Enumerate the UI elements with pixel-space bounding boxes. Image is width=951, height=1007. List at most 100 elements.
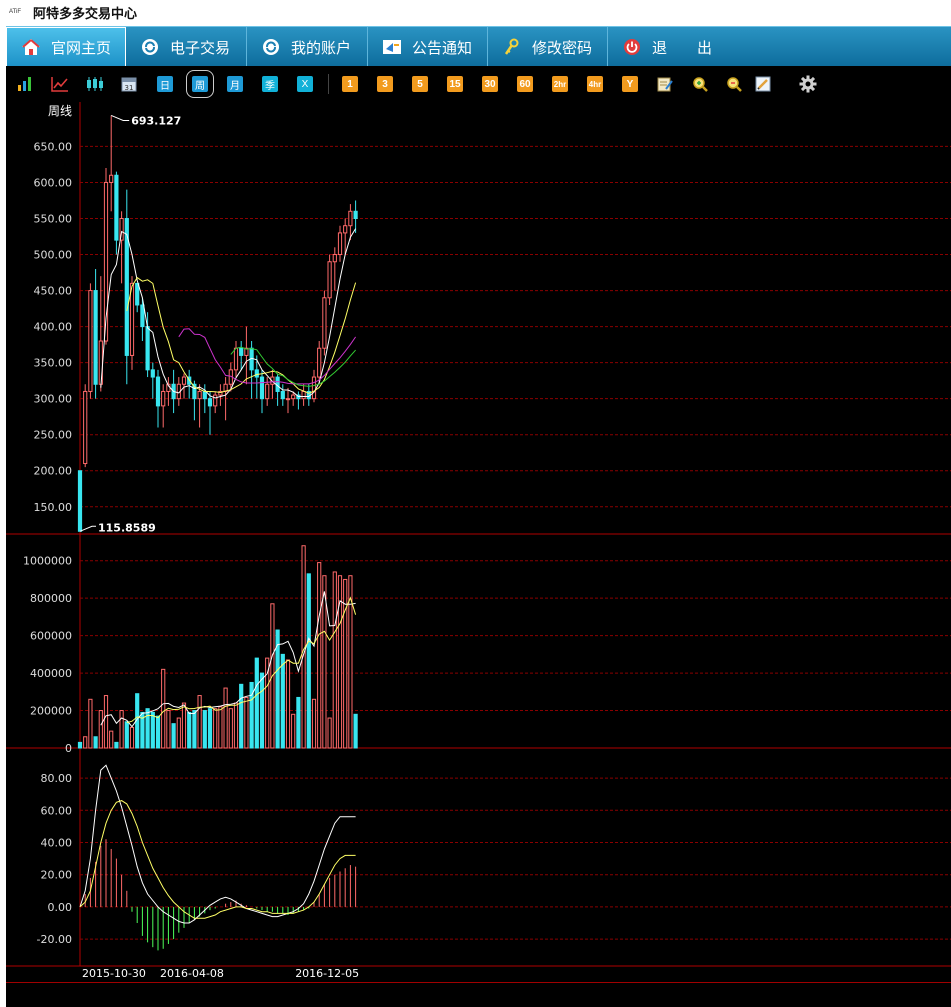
y-tick-label: 650.00	[34, 140, 73, 153]
candle	[301, 390, 306, 400]
candlestick-icon[interactable]	[86, 76, 104, 92]
zoom-in-icon[interactable]	[692, 76, 708, 92]
x-tick-label: 2015-10-30	[82, 967, 146, 980]
candle	[285, 398, 291, 401]
volume-bar	[166, 710, 171, 749]
y-tick-label: 450.00	[34, 285, 73, 298]
nav-change-password[interactable]: 修改密码	[488, 27, 608, 67]
volume-bar	[285, 659, 291, 749]
y-tick-label: 400000	[30, 667, 72, 680]
y-tick-label: 60.00	[41, 804, 73, 817]
nav-notice[interactable]: 公告通知	[368, 27, 488, 67]
refresh-icon	[140, 37, 160, 57]
toolbar-divider	[328, 74, 329, 94]
volume-bar	[98, 710, 103, 749]
volume-bar	[223, 687, 228, 749]
candle	[239, 347, 244, 356]
volume-bar	[176, 717, 181, 749]
high-price-label: 693.127	[131, 114, 181, 127]
candle	[311, 376, 317, 400]
period-week-button[interactable]: 周	[186, 70, 214, 98]
candle	[83, 390, 88, 465]
candle	[161, 390, 166, 407]
minute-3-button[interactable]: 3	[377, 76, 393, 92]
nav-trading[interactable]: 电子交易	[126, 27, 247, 67]
volume-bar	[244, 696, 249, 749]
period-quarter-button[interactable]: 季	[262, 76, 278, 92]
minute-1-button[interactable]: 1	[342, 76, 358, 92]
low-marker	[79, 525, 96, 532]
nav-account[interactable]: 我的账户	[247, 27, 368, 67]
settings-gear-icon[interactable]	[799, 75, 817, 93]
period-x-button[interactable]: X	[297, 76, 313, 92]
minute-30-button[interactable]: 30	[482, 76, 498, 92]
y-tick-label: 600.00	[34, 176, 73, 189]
volume-bar	[343, 578, 348, 749]
y-tick-label: 500.00	[34, 249, 73, 262]
y-tick-label: 20.00	[41, 869, 73, 882]
volume-bar	[114, 741, 119, 749]
y-tick-label: 200.00	[34, 465, 73, 478]
candle	[109, 174, 114, 183]
period-day-button[interactable]: 日	[157, 76, 173, 92]
bar-chart-icon[interactable]	[17, 76, 33, 92]
calendar-icon[interactable]: 31	[121, 76, 137, 92]
minute-5-button[interactable]: 5	[412, 76, 428, 92]
volume-bar	[145, 708, 150, 749]
volume-bar	[171, 723, 176, 749]
volume-bar	[197, 695, 202, 749]
candle	[207, 398, 213, 407]
volume-bar	[155, 715, 161, 749]
y-tick-label: 250.00	[34, 429, 73, 442]
nav-home[interactable]: 官网主页	[6, 27, 126, 67]
candle	[129, 282, 135, 356]
nav-logout[interactable]: 退 出	[608, 27, 738, 67]
power-icon	[622, 37, 642, 57]
volume-bar	[181, 702, 187, 749]
title-bar: ATiF 阿特多多交易中心	[0, 0, 951, 24]
y-tick-label: 400.00	[34, 321, 73, 334]
volume-bar	[192, 710, 197, 749]
x-tick-label: 2016-12-05	[295, 967, 359, 980]
minute-15-button[interactable]: 15	[447, 76, 463, 92]
hour-4-button[interactable]: 4hr	[587, 76, 603, 92]
y-tick-label: 200000	[30, 705, 72, 718]
chart-status-strip	[6, 982, 951, 1007]
volume-bar	[129, 726, 135, 749]
volume-bar	[119, 710, 124, 749]
zoom-out-icon[interactable]	[726, 76, 742, 92]
key-icon	[502, 37, 522, 57]
app-logo: ATiF	[9, 9, 21, 15]
volume-bar	[83, 736, 88, 749]
period-month-button[interactable]: 月	[227, 76, 243, 92]
y-tick-label: 800000	[30, 592, 72, 605]
y-tick-label: 1000000	[23, 555, 72, 568]
chart-title: 周线	[48, 104, 72, 118]
line-chart-icon[interactable]	[51, 76, 69, 92]
volume-bar	[306, 573, 311, 749]
candle	[332, 254, 337, 263]
candle	[322, 297, 327, 349]
minute-60-button[interactable]: 60	[517, 76, 533, 92]
candle	[343, 225, 348, 234]
candle	[291, 394, 296, 400]
volume-bar	[202, 710, 207, 749]
candle	[88, 290, 93, 392]
svg-text:31: 31	[125, 84, 134, 92]
nav-label: 官网主页	[51, 38, 112, 57]
app-title: 阿特多多交易中心	[33, 7, 138, 22]
hour-2-button[interactable]: 2hr	[552, 76, 568, 92]
year-button[interactable]: Y	[622, 76, 638, 92]
high-marker	[111, 114, 130, 121]
y-tick-label: 600000	[30, 630, 72, 643]
y-tick-label: 0	[65, 742, 72, 755]
volume-bar	[311, 698, 317, 749]
volume-bar	[161, 668, 166, 749]
nav-label: 公告通知	[412, 38, 473, 57]
edit-note-icon[interactable]	[657, 76, 673, 92]
y-tick-label: 350.00	[34, 357, 73, 370]
draw-tool-icon[interactable]	[755, 76, 771, 92]
chart-area[interactable]: 650.00 600.00 550.00 500.00 450.00 400.00 350.…	[6, 102, 951, 982]
volume-bar	[280, 653, 285, 749]
kline-chart[interactable]: 650.00 600.00 550.00 500.00 450.00 400.00 350.…	[6, 102, 951, 982]
